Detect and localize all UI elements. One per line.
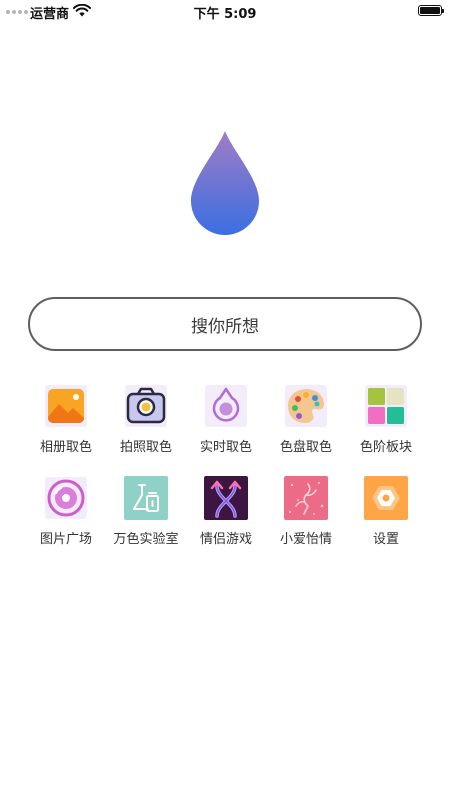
live-pick-icon bbox=[205, 385, 247, 427]
crossing-arrows-icon bbox=[204, 476, 248, 520]
feature-label: 万色实验室 bbox=[113, 532, 179, 547]
feature-grid: 相册取色 拍照取色 实时取色 色盘取色 色阶板块 图片广场 万色实验室 情侣游戏… bbox=[26, 384, 426, 558]
feature-camera-pick[interactable]: 拍照取色 bbox=[106, 384, 186, 466]
search-input[interactable]: 搜你所想 bbox=[28, 297, 422, 351]
feature-label: 情侣游戏 bbox=[199, 532, 252, 547]
water-drop-logo-icon bbox=[191, 131, 259, 235]
feature-label: 拍照取色 bbox=[119, 440, 172, 455]
feature-album-pick[interactable]: 相册取色 bbox=[26, 384, 106, 466]
pink-pattern-icon bbox=[284, 476, 328, 520]
status-bar: 运营商 下午 5:09 bbox=[0, 0, 450, 22]
feature-xiaoai[interactable]: 小爱怡情 bbox=[266, 476, 346, 558]
feature-live-pick[interactable]: 实时取色 bbox=[186, 384, 266, 466]
feature-image-square[interactable]: 图片广场 bbox=[26, 476, 106, 558]
clock: 下午 5:09 bbox=[193, 7, 257, 22]
palette-icon bbox=[285, 385, 327, 427]
feature-label: 小爱怡情 bbox=[279, 532, 332, 547]
feature-label: 相册取色 bbox=[39, 440, 92, 455]
disc-icon bbox=[45, 477, 87, 519]
feature-label: 色盘取色 bbox=[279, 440, 332, 455]
feature-settings[interactable]: 设置 bbox=[346, 476, 426, 558]
photo-album-icon bbox=[45, 385, 87, 427]
feature-label: 设置 bbox=[372, 532, 399, 547]
feature-color-blocks[interactable]: 色阶板块 bbox=[346, 384, 426, 466]
feature-label: 图片广场 bbox=[39, 532, 92, 547]
feature-label: 实时取色 bbox=[199, 440, 252, 455]
flask-icon bbox=[124, 476, 168, 520]
feature-couple-game[interactable]: 情侣游戏 bbox=[186, 476, 266, 558]
feature-label: 色阶板块 bbox=[359, 440, 412, 455]
battery-icon bbox=[418, 5, 444, 16]
settings-hexagon-icon bbox=[364, 476, 408, 520]
feature-palette-pick[interactable]: 色盘取色 bbox=[266, 384, 346, 466]
search-placeholder: 搜你所想 bbox=[191, 316, 259, 337]
color-blocks-icon bbox=[365, 385, 407, 427]
camera-icon bbox=[125, 385, 167, 427]
feature-color-lab[interactable]: 万色实验室 bbox=[106, 476, 186, 558]
